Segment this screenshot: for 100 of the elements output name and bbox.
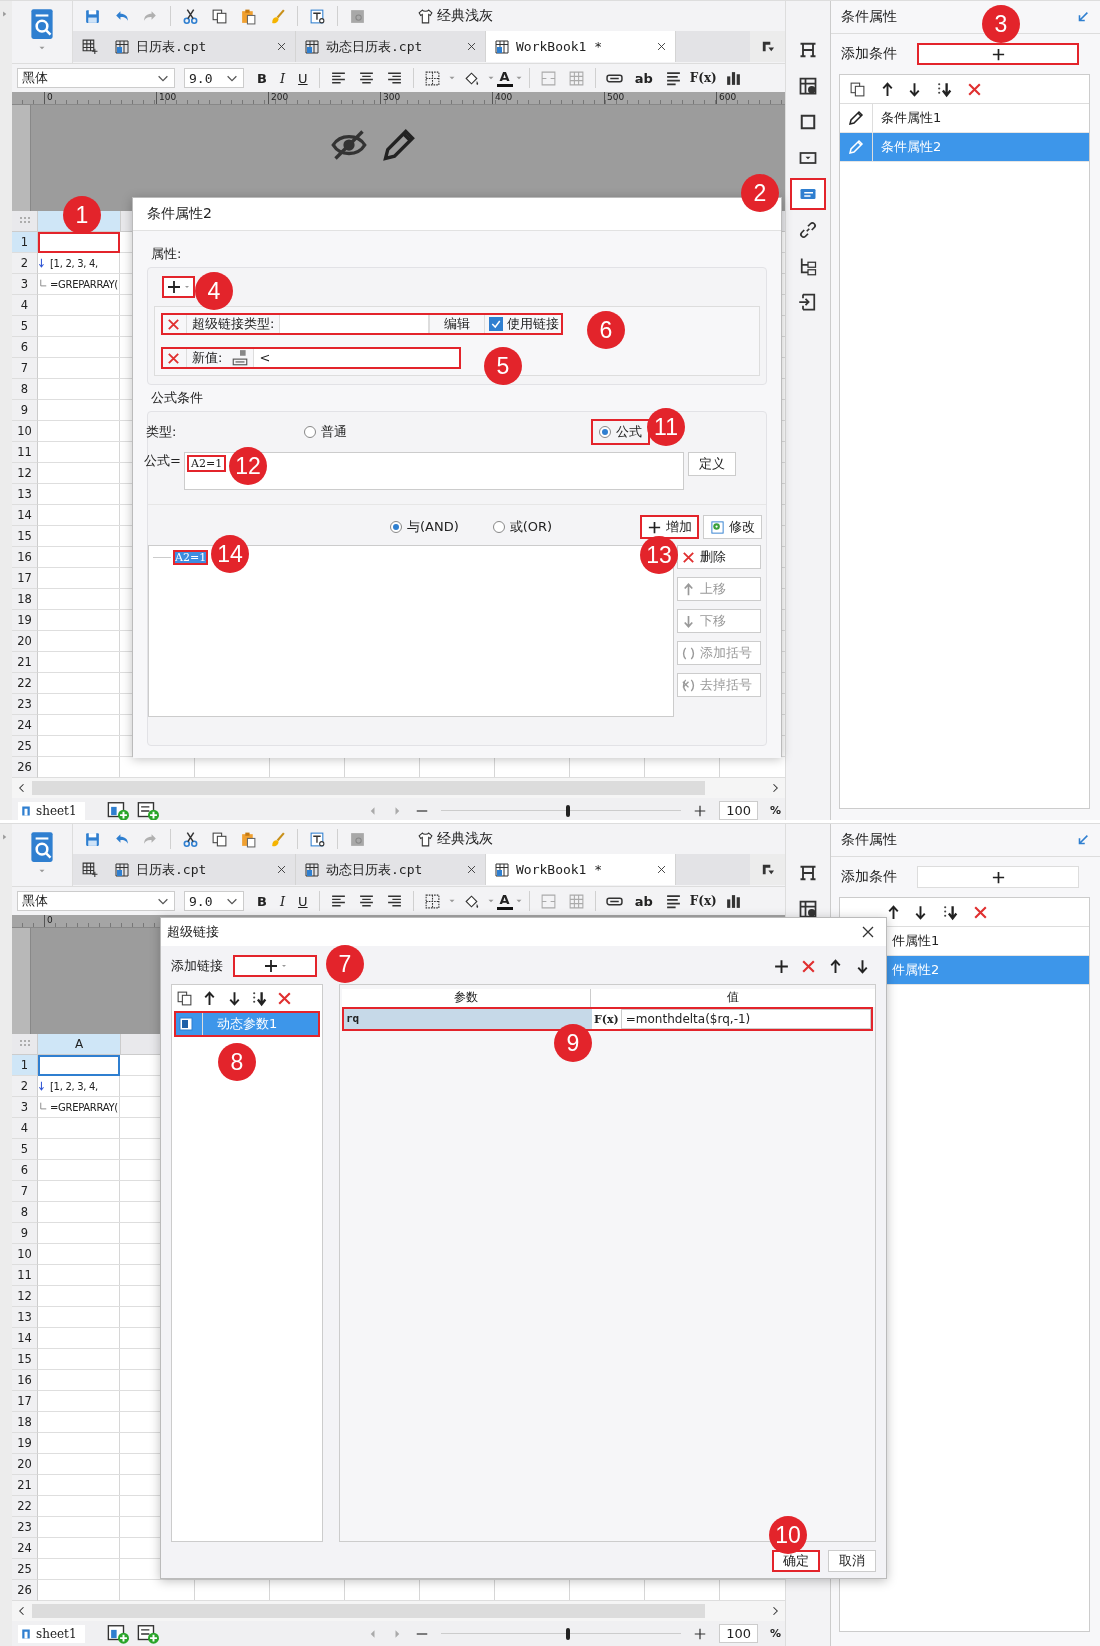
row-number[interactable]: 22 — [12, 1496, 38, 1517]
scrollbar[interactable] — [32, 781, 705, 795]
row-number[interactable]: 26 — [12, 1580, 38, 1601]
close-icon[interactable] — [656, 41, 667, 52]
edit-button[interactable]: 编辑 — [429, 313, 486, 335]
row-number[interactable]: 1 — [12, 232, 38, 253]
tab-menu-icon[interactable] — [760, 39, 775, 54]
row-number[interactable]: 20 — [12, 631, 38, 652]
cell-info-icon[interactable] — [798, 76, 818, 96]
row-number[interactable]: 24 — [12, 715, 38, 736]
dialog-button[interactable]: 取消 — [828, 1550, 876, 1572]
row-number[interactable]: 7 — [12, 358, 38, 379]
copy-icon[interactable] — [211, 830, 228, 848]
add-sheet-icon[interactable] — [106, 799, 129, 820]
preview-icon[interactable] — [309, 7, 326, 25]
text-style-button[interactable]: U — [292, 68, 314, 88]
scrollbar[interactable] — [32, 1604, 705, 1618]
add-form-icon[interactable] — [136, 799, 159, 820]
row-number[interactable]: 18 — [12, 1412, 38, 1433]
cut-icon[interactable] — [182, 7, 199, 25]
row-number[interactable]: 5 — [12, 1139, 38, 1160]
copy-icon[interactable] — [211, 7, 228, 25]
row-number[interactable]: 15 — [12, 526, 38, 547]
row-number[interactable]: 21 — [12, 652, 38, 673]
font-size-select[interactable]: 9.0 — [184, 891, 244, 911]
close-icon[interactable] — [276, 41, 287, 52]
row-number[interactable]: 11 — [12, 1265, 38, 1286]
link-icon[interactable] — [798, 220, 818, 240]
row-number[interactable]: 22 — [12, 673, 38, 694]
row-number[interactable]: 14 — [12, 1328, 38, 1349]
chart-icon[interactable] — [724, 892, 742, 910]
add-property-button[interactable] — [162, 276, 195, 298]
row-number[interactable]: 10 — [12, 421, 38, 442]
row-number[interactable]: 4 — [12, 1118, 38, 1139]
close-icon[interactable] — [466, 41, 477, 52]
plus-icon[interactable] — [773, 957, 790, 975]
move-bottom-icon[interactable] — [936, 80, 953, 98]
column-header[interactable]: A — [38, 1034, 121, 1054]
row-number[interactable]: 16 — [12, 547, 38, 568]
row-number[interactable]: 8 — [12, 379, 38, 400]
border-icon[interactable] — [423, 69, 441, 87]
input-field[interactable] — [279, 314, 430, 334]
save-icon[interactable] — [84, 7, 101, 25]
formula-button[interactable]: F(x) — [592, 1009, 621, 1029]
row-number[interactable]: 3 — [12, 274, 38, 295]
formula-button[interactable]: F(x) — [687, 69, 719, 87]
row-number[interactable]: 3 — [12, 1097, 38, 1118]
tab-menu-icon[interactable] — [760, 862, 775, 877]
slider-thumb[interactable] — [566, 804, 571, 817]
row-number[interactable]: 23 — [12, 1517, 38, 1538]
font-select[interactable]: 黑体 — [17, 891, 175, 911]
type-radio[interactable]: 普通 — [298, 421, 353, 443]
row-number[interactable]: 13 — [12, 484, 38, 505]
close-icon[interactable] — [466, 864, 477, 875]
text-style-button[interactable]: U — [292, 891, 314, 911]
row-number[interactable]: 4 — [12, 295, 38, 316]
row-number[interactable]: 23 — [12, 694, 38, 715]
frame-icon[interactable] — [798, 40, 818, 60]
formula-button[interactable]: F(x) — [687, 892, 719, 910]
font-select[interactable]: 黑体 — [17, 68, 175, 88]
row-number[interactable]: 6 — [12, 337, 38, 358]
file-tab[interactable]: WorkBook1 * — [486, 854, 676, 885]
font-color-button[interactable]: A — [496, 69, 513, 87]
dock-arrow-icon[interactable] — [1076, 833, 1090, 847]
row-number[interactable]: 19 — [12, 610, 38, 631]
add-form-icon[interactable] — [136, 1622, 159, 1645]
row-number[interactable]: 7 — [12, 1181, 38, 1202]
new-sheet-icon[interactable] — [81, 38, 98, 55]
close-icon[interactable] — [276, 864, 287, 875]
add-sheet-icon[interactable] — [106, 1622, 129, 1645]
close-icon[interactable] — [860, 924, 876, 940]
export-icon[interactable] — [798, 292, 818, 312]
action-button[interactable]: 修改 — [703, 515, 762, 539]
zoom-in-icon[interactable] — [693, 803, 708, 818]
move-bottom-icon[interactable] — [251, 989, 268, 1007]
add-condition-button[interactable] — [917, 43, 1079, 65]
theme-button[interactable]: 经典浅灰 — [413, 5, 497, 27]
row-number[interactable]: 9 — [12, 400, 38, 421]
brush-icon[interactable] — [269, 830, 286, 848]
slider-thumb[interactable] — [566, 1627, 571, 1640]
theme-button[interactable]: 经典浅灰 — [413, 828, 497, 850]
new-sheet-icon[interactable] — [81, 861, 98, 878]
logic-radio[interactable]: 与(AND) — [384, 516, 465, 538]
row-number[interactable]: 15 — [12, 1349, 38, 1370]
zoom-in-icon[interactable] — [693, 1626, 708, 1641]
row-number[interactable]: 14 — [12, 505, 38, 526]
fill-icon[interactable] — [462, 892, 480, 910]
text-style-button[interactable]: I — [273, 68, 292, 88]
parameter-cell[interactable]: rq — [344, 1009, 592, 1029]
paste-icon[interactable] — [240, 830, 257, 848]
row-number[interactable]: 5 — [12, 316, 38, 337]
text-button[interactable]: ab — [628, 891, 659, 911]
logic-radio[interactable]: 或(OR) — [486, 516, 559, 538]
row-number[interactable]: 9 — [12, 1223, 38, 1244]
row-number[interactable]: 10 — [12, 1244, 38, 1265]
add-link-button[interactable] — [233, 955, 317, 977]
row-number[interactable]: 25 — [12, 1559, 38, 1580]
row-number[interactable]: 16 — [12, 1370, 38, 1391]
row-number[interactable]: 13 — [12, 1307, 38, 1328]
row-number[interactable]: 21 — [12, 1475, 38, 1496]
